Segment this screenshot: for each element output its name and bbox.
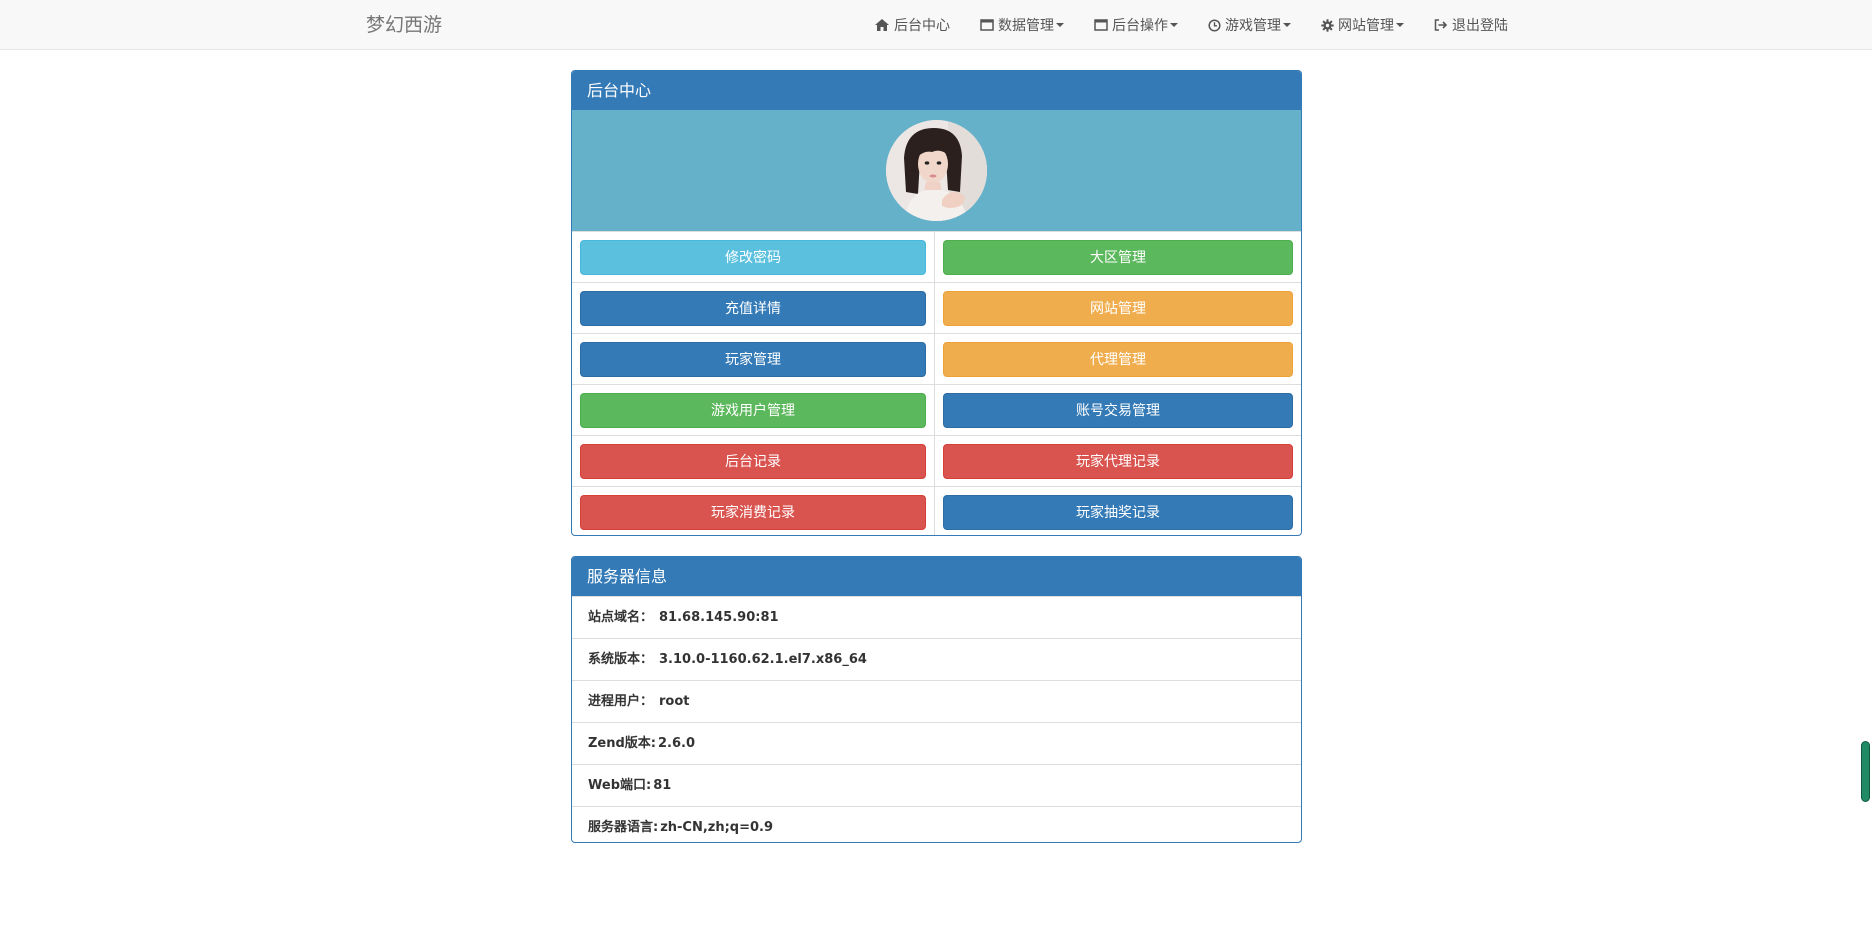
site-management-button[interactable]: 网站管理 bbox=[943, 290, 1293, 326]
recharge-details-button[interactable]: 充值详情 bbox=[580, 290, 926, 326]
nav-item-site-management[interactable]: 网站管理 bbox=[1321, 15, 1404, 35]
avatar bbox=[886, 120, 987, 221]
player-agent-log-button[interactable]: 玩家代理记录 bbox=[943, 443, 1293, 479]
nav-item-admin-operations[interactable]: 后台操作 bbox=[1094, 15, 1178, 35]
nav-item-logout[interactable]: 退出登陆 bbox=[1434, 15, 1508, 35]
info-label: 进程用户： bbox=[588, 694, 654, 709]
server-info-panel: 服务器信息 站点域名： 81.68.145.90:81 系统版本： 3.10.0-1… bbox=[571, 556, 1302, 843]
info-row-web-port: Web端口: 81 bbox=[572, 764, 1301, 806]
info-value: 81.68.145.90:81 bbox=[659, 610, 779, 625]
info-label: 系统版本： bbox=[588, 652, 654, 667]
player-management-button[interactable]: 玩家管理 bbox=[580, 341, 926, 377]
nav-item-label: 退出登陆 bbox=[1452, 18, 1508, 34]
clock-icon bbox=[1208, 18, 1221, 32]
agent-management-button[interactable]: 代理管理 bbox=[943, 341, 1293, 377]
info-value: zh-CN,zh;q=0.9 bbox=[660, 820, 774, 835]
info-label: Web端口: bbox=[588, 778, 652, 793]
chevron-down-icon bbox=[1283, 23, 1291, 27]
nav-item-label: 游戏管理 bbox=[1225, 18, 1281, 34]
window-icon bbox=[980, 19, 994, 31]
side-scroll-handle[interactable] bbox=[1861, 741, 1870, 802]
change-password-button[interactable]: 修改密码 bbox=[580, 239, 926, 275]
account-trade-management-button[interactable]: 账号交易管理 bbox=[943, 392, 1293, 428]
brand-logo[interactable]: 梦幻西游 bbox=[366, 0, 442, 50]
gear-icon bbox=[1321, 18, 1334, 32]
info-value: 2.6.0 bbox=[658, 736, 696, 751]
panel-title: 服务器信息 bbox=[572, 557, 1301, 596]
info-label: 站点域名： bbox=[588, 610, 654, 625]
player-spending-log-button[interactable]: 玩家消费记录 bbox=[580, 494, 926, 530]
chevron-down-icon bbox=[1170, 23, 1178, 27]
nav-item-label: 后台操作 bbox=[1112, 18, 1168, 34]
top-navbar: 梦幻西游 后台中心 数据管理 后台操作 游戏管理 网站管理 退出登陆 bbox=[0, 0, 1872, 50]
info-row-zend-version: Zend版本: 2.6.0 bbox=[572, 722, 1301, 764]
info-row-system-version: 系统版本： 3.10.0-1160.62.1.el7.x86_64 bbox=[572, 638, 1301, 680]
panel-title: 后台中心 bbox=[572, 71, 1301, 110]
admin-log-button[interactable]: 后台记录 bbox=[580, 443, 926, 479]
info-label: 服务器语言: bbox=[588, 820, 659, 835]
nav-item-label: 后台中心 bbox=[894, 18, 950, 34]
admin-button-grid: 修改密码 大区管理 充值详情 网站管理 玩家管理 代理管理 游戏用户管理 账号交… bbox=[572, 231, 1301, 535]
info-row-site-domain: 站点域名： 81.68.145.90:81 bbox=[572, 596, 1301, 638]
nav-item-admin-center[interactable]: 后台中心 bbox=[874, 15, 950, 35]
avatar-banner bbox=[572, 110, 1301, 231]
info-value: 3.10.0-1160.62.1.el7.x86_64 bbox=[659, 652, 867, 667]
info-value: root bbox=[659, 694, 690, 709]
game-user-management-button[interactable]: 游戏用户管理 bbox=[580, 392, 926, 428]
nav-item-label: 数据管理 bbox=[998, 18, 1054, 34]
player-lottery-log-button[interactable]: 玩家抽奖记录 bbox=[943, 494, 1293, 530]
window-icon bbox=[1094, 19, 1108, 31]
nav-item-label: 网站管理 bbox=[1338, 18, 1394, 34]
nav-item-data-management[interactable]: 数据管理 bbox=[980, 15, 1064, 35]
admin-center-panel: 后台中心 修改密码 大区管理 充值详情 网站管理 玩家管理 代理管理 游戏用户管… bbox=[571, 70, 1302, 536]
home-icon bbox=[875, 19, 889, 31]
info-row-server-language: 服务器语言: zh-CN,zh;q=0.9 bbox=[572, 806, 1301, 842]
nav-item-game-management[interactable]: 游戏管理 bbox=[1208, 15, 1291, 35]
chevron-down-icon bbox=[1056, 23, 1064, 27]
logout-icon bbox=[1434, 19, 1448, 31]
region-management-button[interactable]: 大区管理 bbox=[943, 239, 1293, 275]
chevron-down-icon bbox=[1396, 23, 1404, 27]
info-label: Zend版本: bbox=[588, 736, 657, 751]
nav-menu: 后台中心 数据管理 后台操作 游戏管理 网站管理 退出登陆 bbox=[874, 0, 1508, 50]
info-row-process-user: 进程用户： root bbox=[572, 680, 1301, 722]
info-value: 81 bbox=[653, 778, 672, 793]
